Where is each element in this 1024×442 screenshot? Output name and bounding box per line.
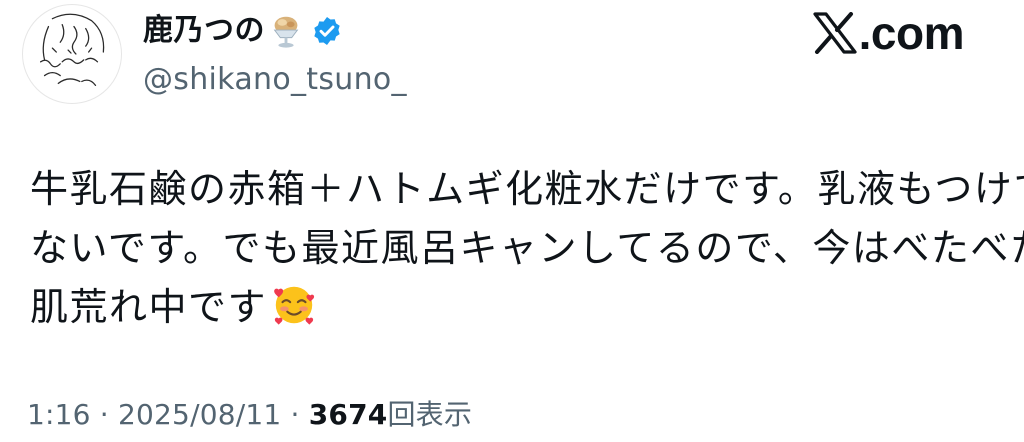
display-name[interactable]: 鹿乃つの (143, 8, 265, 54)
smiling-face-with-hearts-icon (274, 286, 315, 325)
x-com-brand[interactable]: .com (813, 7, 965, 59)
meta-separator: · (99, 398, 109, 431)
parfait-icon (273, 16, 299, 48)
x-logo-icon (813, 12, 857, 54)
tweet-date[interactable]: 2025/08/11 (118, 398, 281, 431)
tweet-line: 牛乳石鹸の赤箱＋ハトムギ化粧水だけです。乳液もつけて (30, 167, 1024, 211)
line-drawing-avatar-icon (40, 13, 105, 86)
author-names: 鹿乃つの @shikano_tsuno_ (143, 8, 407, 100)
tweet-card: 鹿乃つの @shikano_tsuno_ .com 牛乳石鹸の赤箱＋ハトムギ化粧… (0, 0, 1024, 442)
brand-domain-label: .com (858, 7, 965, 59)
tweet-text: 牛乳石鹸の赤箱＋ハトムギ化粧水だけです。乳液もつけて ないです。でも最近風呂キャ… (30, 160, 1024, 337)
display-name-row: 鹿乃つの (143, 8, 407, 54)
views-count[interactable]: 3674 (309, 398, 388, 431)
tweet-time[interactable]: 1:16 (27, 398, 91, 431)
verified-badge-icon (314, 17, 340, 45)
views-label: 回表示 (387, 398, 473, 431)
meta-separator: · (290, 398, 300, 431)
tweet-line: ないです。でも最近風呂キャンしてるので、今はべたべた (30, 226, 1024, 270)
tweet-line-last: 肌荒れ中です (30, 278, 990, 337)
tweet-line-text: 肌荒れ中です (30, 285, 268, 329)
author-avatar[interactable] (22, 4, 122, 104)
tweet-metadata: 1:16 · 2025/08/11 · 3674回表示 (27, 395, 472, 435)
author-handle[interactable]: @shikano_tsuno_ (143, 60, 407, 100)
